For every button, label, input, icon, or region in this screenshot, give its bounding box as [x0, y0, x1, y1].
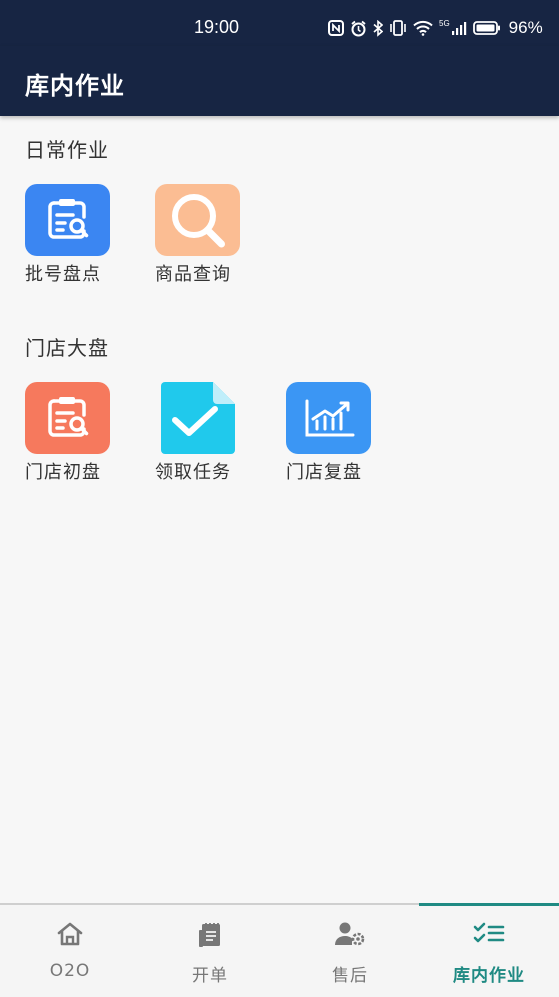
bluetooth-icon: [373, 19, 383, 37]
nav-item-create-order[interactable]: 开单: [140, 905, 280, 997]
status-time: 19:00: [194, 17, 240, 37]
tile-store-initial-count[interactable]: 门店初盘: [25, 382, 135, 492]
magnifier-icon: [155, 184, 240, 256]
nav-item-after-sales[interactable]: 售后: [280, 905, 420, 997]
tile-label: 商品查询: [155, 264, 231, 285]
tile-batch-count[interactable]: 批号盘点: [25, 184, 135, 294]
chart-trend-icon: [286, 382, 371, 454]
bottom-nav: O2O 开单 售后 库内作业: [0, 903, 559, 997]
tile-label: 批号盘点: [25, 264, 101, 285]
signal-icon: [451, 22, 466, 35]
checklist-icon: [473, 922, 505, 943]
battery-percent: 96%: [508, 18, 543, 37]
section-title-daily: 日常作业: [25, 138, 109, 162]
alarm-icon: [351, 20, 366, 36]
nav-item-o2o[interactable]: O2O: [0, 905, 140, 997]
clipboard-search-icon: [25, 184, 110, 256]
nfc-icon: [328, 20, 344, 36]
status-bar: 19:00 5G 96%: [0, 0, 559, 46]
network-type: 5G: [439, 19, 450, 28]
nav-item-warehouse-ops[interactable]: 库内作业: [419, 905, 559, 997]
tile-label: 领取任务: [155, 462, 231, 483]
user-settings-icon: [335, 922, 365, 946]
clipboard-search-icon: [25, 382, 110, 454]
tile-label: 门店复盘: [286, 462, 362, 483]
home-icon: [57, 922, 83, 946]
document-check-icon: [161, 382, 235, 454]
nav-label: 开单: [192, 966, 228, 986]
nav-label: 库内作业: [453, 966, 525, 986]
battery-icon: [472, 21, 500, 35]
document-icon: [199, 923, 220, 947]
tile-store-recount[interactable]: 门店复盘: [286, 382, 396, 492]
tile-claim-task[interactable]: 领取任务: [155, 382, 265, 492]
tile-label: 门店初盘: [25, 462, 101, 483]
wifi-icon: [413, 20, 433, 36]
vibrate-icon: [390, 20, 406, 36]
app-bar: 库内作业: [0, 46, 559, 116]
nav-label: 售后: [332, 966, 368, 986]
page-title: 库内作业: [25, 72, 125, 100]
section-title-store-inventory: 门店大盘: [25, 336, 109, 360]
status-icons: 5G 96%: [328, 17, 543, 39]
tile-product-query[interactable]: 商品查询: [155, 184, 265, 294]
nav-label: O2O: [49, 961, 91, 981]
